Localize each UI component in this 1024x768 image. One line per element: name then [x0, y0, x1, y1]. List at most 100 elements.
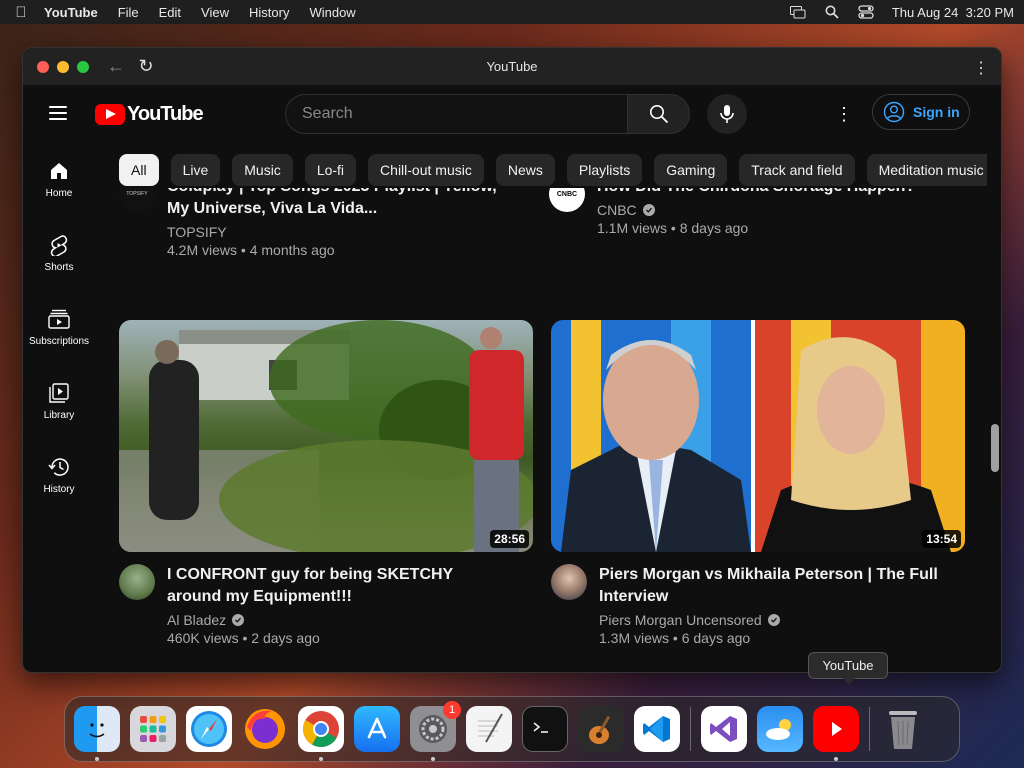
scrollbar-thumb[interactable] — [991, 424, 999, 472]
chip-news[interactable]: News — [495, 154, 555, 186]
app-store-icon[interactable] — [354, 706, 400, 752]
chip-track-and-field[interactable]: Track and field — [739, 154, 855, 186]
search-icon — [649, 105, 668, 124]
browser-window: ← ↻ YouTube ⋮ YouTube ⋮ Sign in — [22, 47, 1002, 673]
textedit-icon[interactable] — [466, 706, 512, 752]
logo-text: YouTube — [127, 103, 204, 125]
menu-history[interactable]: History — [249, 5, 289, 20]
channel-avatar[interactable]: CNBC — [549, 188, 585, 212]
menu-app-name[interactable]: YouTube — [44, 5, 98, 20]
chip-meditation-music[interactable]: Meditation music — [866, 154, 987, 186]
library-icon — [48, 382, 70, 404]
control-center-icon[interactable] — [858, 5, 874, 19]
video-title[interactable]: How Did The Chirdona Shortage Happen? — [597, 188, 947, 198]
trash-icon[interactable] — [880, 706, 926, 752]
vscode-icon[interactable] — [634, 706, 680, 752]
search-button[interactable] — [627, 94, 690, 134]
verified-icon — [767, 614, 780, 626]
screen-mirroring-icon[interactable] — [789, 5, 806, 19]
back-arrow-icon[interactable]: ← — [107, 56, 125, 77]
chip-live[interactable]: Live — [170, 154, 221, 186]
video-title[interactable]: Piers Morgan vs Mikhaila Peterson | The … — [599, 564, 939, 608]
notification-badge: 1 — [443, 701, 461, 719]
close-window-button[interactable] — [37, 60, 49, 73]
filter-chips: All Live Music Lo-fi Chill-out music New… — [119, 154, 987, 186]
chip-gaming[interactable]: Gaming — [654, 154, 728, 186]
search-input[interactable] — [302, 105, 627, 123]
sidebar-item-label: Home — [45, 187, 73, 199]
sidebar-item-label: Shorts — [44, 261, 74, 273]
menu-view[interactable]: View — [201, 5, 229, 20]
running-indicator — [95, 757, 99, 761]
reload-icon[interactable]: ↻ — [137, 56, 155, 77]
hamburger-menu-icon[interactable] — [49, 106, 67, 120]
spotlight-search-icon[interactable] — [824, 5, 840, 19]
sidebar-item-home[interactable]: Home — [23, 142, 95, 216]
dock-separator — [869, 707, 870, 751]
menu-file[interactable]: File — [118, 5, 139, 20]
chrome-icon[interactable] — [298, 706, 344, 761]
youtube-logo[interactable]: YouTube — [95, 103, 204, 126]
channel-name[interactable]: Al Bladez — [167, 612, 226, 628]
chip-playlists[interactable]: Playlists — [566, 154, 643, 186]
video-card[interactable]: 28:56 I CONFRONT guy for being SKETCHY a… — [119, 320, 533, 646]
window-title: YouTube — [486, 59, 538, 74]
verified-icon — [642, 204, 655, 216]
chip-chill-out-music[interactable]: Chill-out music — [368, 154, 484, 186]
avatar-text: TOPSIFY — [126, 191, 148, 197]
youtube-header: YouTube ⋮ Sign in — [23, 86, 1001, 142]
chip-all[interactable]: All — [119, 154, 159, 186]
channel-name[interactable]: CNBC — [597, 202, 637, 218]
avatar-text: CNBC — [556, 190, 578, 198]
menu-window[interactable]: Window — [309, 5, 355, 20]
zoom-window-button[interactable] — [77, 60, 89, 73]
video-thumbnail[interactable]: 13:54 — [551, 320, 965, 552]
video-title[interactable]: I CONFRONT guy for being SKETCHY around … — [167, 564, 507, 608]
voice-search-button[interactable] — [707, 94, 747, 134]
safari-icon[interactable] — [186, 706, 232, 752]
weather-icon[interactable] — [757, 706, 803, 752]
firefox-icon[interactable] — [242, 706, 288, 752]
sidebar-item-library[interactable]: Library — [23, 364, 95, 438]
sidebar-item-subscriptions[interactable]: Subscriptions — [23, 290, 95, 364]
video-duration: 28:56 — [490, 530, 529, 548]
video-card[interactable]: CNBC How Did The Chirdona Shortage Happe… — [549, 188, 963, 236]
video-card[interactable]: 13:54 Piers Morgan vs Mikhaila Peterson … — [551, 320, 965, 646]
video-grid: TOPSIFY Coldplay | Top Songs 2023 Playli… — [119, 188, 979, 672]
video-stats: 1.1M views • 8 days ago — [597, 220, 749, 236]
video-thumbnail[interactable]: 28:56 — [119, 320, 533, 552]
system-settings-icon[interactable]: 1 — [410, 701, 461, 761]
sidebar-item-label: History — [43, 483, 75, 495]
youtube-play-icon — [95, 104, 125, 125]
video-stats: 460K views • 2 days ago — [167, 630, 320, 646]
menu-clock[interactable]: Thu Aug 24 3:20 PM — [892, 5, 1014, 20]
window-more-icon[interactable]: ⋮ — [973, 58, 989, 78]
running-indicator — [431, 757, 435, 761]
chip-lofi[interactable]: Lo-fi — [304, 154, 357, 186]
channel-avatar[interactable] — [119, 564, 155, 600]
visual-studio-icon[interactable] — [701, 706, 747, 752]
minimize-window-button[interactable] — [57, 60, 69, 73]
shorts-icon — [48, 234, 70, 256]
youtube-app-icon[interactable] — [813, 706, 859, 761]
dock-tooltip: YouTube — [808, 652, 888, 685]
channel-avatar[interactable] — [551, 564, 587, 600]
channel-row: Piers Morgan Uncensored — [599, 612, 939, 628]
menu-edit[interactable]: Edit — [159, 5, 181, 20]
channel-name[interactable]: TOPSIFY — [167, 224, 517, 240]
garageband-icon[interactable] — [578, 706, 624, 752]
sidebar-item-history[interactable]: History — [23, 438, 95, 512]
channel-name[interactable]: Piers Morgan Uncensored — [599, 612, 762, 628]
chip-music[interactable]: Music — [232, 154, 293, 186]
home-icon — [48, 160, 70, 182]
launchpad-icon[interactable] — [130, 706, 176, 752]
sign-in-button[interactable]: Sign in — [872, 94, 970, 130]
finder-icon[interactable] — [74, 706, 120, 761]
terminal-icon[interactable] — [522, 706, 568, 752]
video-card[interactable]: TOPSIFY Coldplay | Top Songs 2023 Playli… — [119, 188, 533, 258]
sidebar-item-shorts[interactable]: Shorts — [23, 216, 95, 290]
channel-avatar[interactable]: TOPSIFY — [119, 188, 155, 212]
video-title[interactable]: Coldplay | Top Songs 2023 Playlist | Yel… — [167, 188, 517, 220]
settings-more-icon[interactable]: ⋮ — [835, 104, 853, 125]
apple-icon[interactable]:  — [10, 4, 32, 21]
